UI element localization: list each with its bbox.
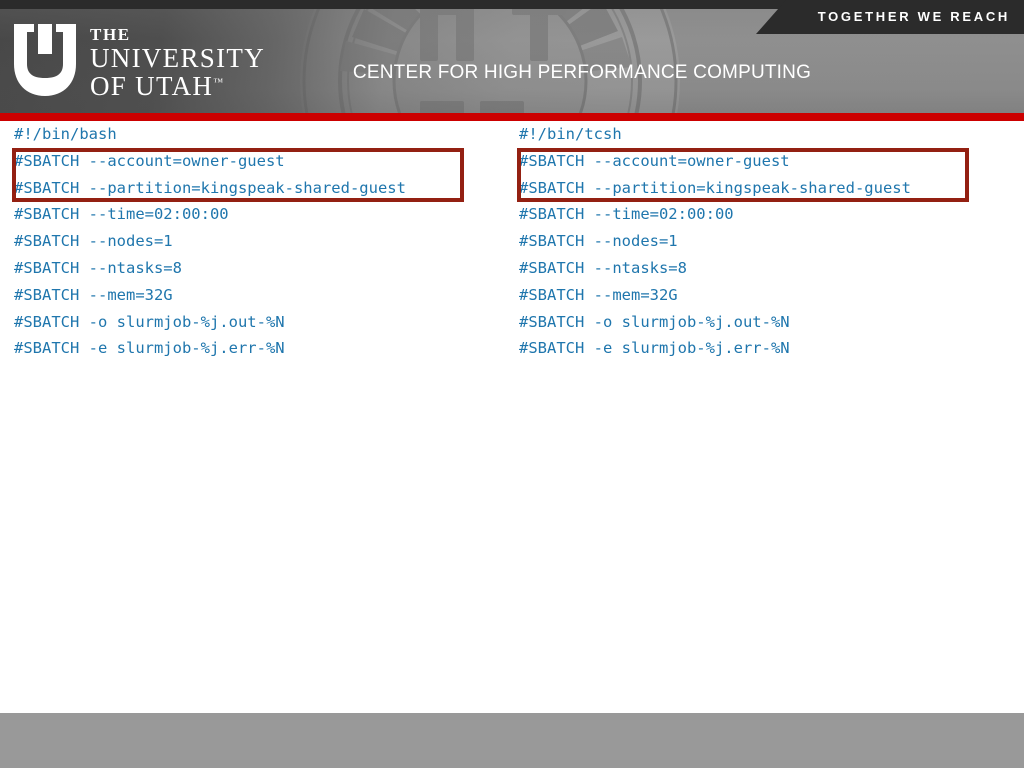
code-line: #SBATCH --ntasks=8 [14,258,182,277]
header-red-rule [0,113,1024,121]
highlight-box-tcsh [517,148,969,202]
page-header: FED. 28TH 1850 THE UNIVERSITY OF UTAH™ T… [0,0,1024,113]
code-line: #SBATCH --ntasks=8 [519,258,687,277]
code-line: #SBATCH --mem=32G [14,285,173,304]
code-line: #SBATCH -o slurmjob-%j.out-%N [519,312,790,331]
code-line: #SBATCH --nodes=1 [14,232,173,251]
slide-root: FED. 28TH 1850 THE UNIVERSITY OF UTAH™ T… [0,0,1024,768]
code-line: #SBATCH -e slurmjob-%j.err-%N [14,339,285,358]
code-line: #SBATCH --mem=32G [519,285,678,304]
code-line: #!/bin/tcsh [519,125,622,143]
code-line: #SBATCH -o slurmjob-%j.out-%N [14,312,285,331]
code-line: #SBATCH -e slurmjob-%j.err-%N [519,339,790,358]
page-title: CENTER FOR HIGH PERFORMANCE COMPUTING [352,62,812,83]
together-we-reach-ribbon: TOGETHER WE REACH [756,0,1024,34]
code-line: #SBATCH --nodes=1 [519,232,678,251]
code-line: #SBATCH --time=02:00:00 [519,205,734,224]
u-shield-icon [14,24,76,96]
page-footer [0,713,1024,768]
highlight-box-bash [12,148,464,202]
ribbon-text: TOGETHER WE REACH [817,9,1010,24]
logo-line-the: THE [90,25,131,44]
code-line: #SBATCH --time=02:00:00 [14,205,229,224]
code-line: #!/bin/bash [14,125,117,143]
slide-content: #!/bin/bash #SBATCH --account=owner-gues… [0,121,1024,713]
